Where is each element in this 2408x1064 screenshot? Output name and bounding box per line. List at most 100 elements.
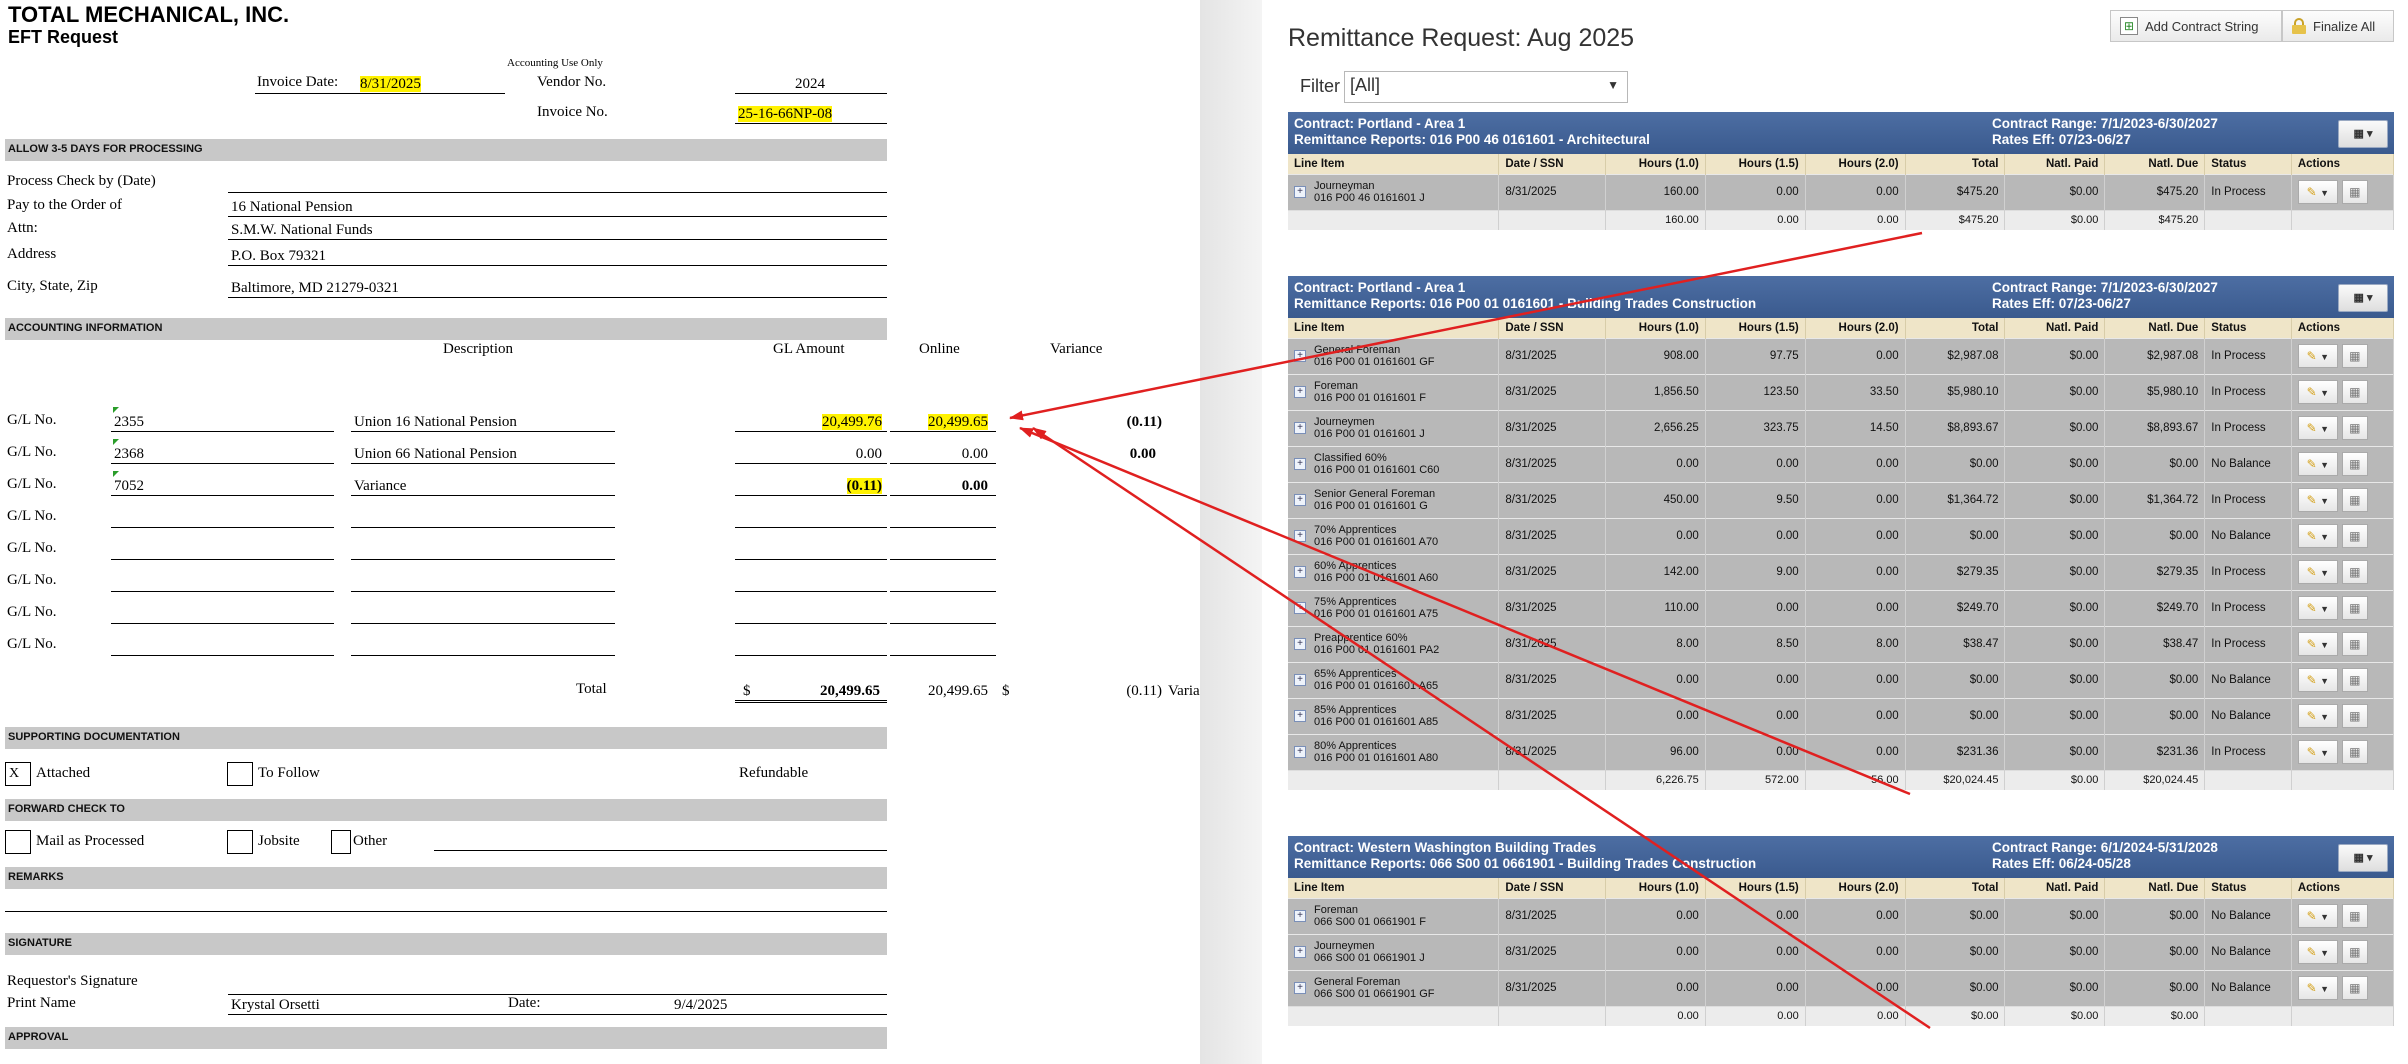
other-line[interactable] [434,831,887,851]
city[interactable]: Baltimore, MD 21279-0321 [231,278,399,298]
address[interactable]: P.O. Box 79321 [231,246,326,266]
date[interactable]: 9/4/2025 [674,995,727,1015]
expand-plus-icon[interactable]: + [1294,910,1306,922]
expand-plus-icon[interactable]: + [1294,186,1306,198]
status-cell: No Balance [2204,697,2292,734]
edit-button[interactable]: ✎ ▼ [2297,344,2338,368]
to-follow-checkbox[interactable] [227,762,253,786]
process-check-line[interactable] [228,173,887,193]
calculate-button[interactable]: ▦ [2341,524,2368,548]
expand-plus-icon[interactable]: + [1294,710,1306,722]
filter-select[interactable]: [All] ▼ [1344,71,1628,103]
to-follow-label: To Follow [258,765,320,781]
panel-options-button[interactable]: ▦ ▾ [2338,844,2388,872]
calculate-button[interactable]: ▦ [2341,704,2368,728]
edit-button[interactable]: ✎ ▼ [2297,452,2338,476]
value-cell-h1: 450.00 [1605,481,1706,518]
calculate-button[interactable]: ▦ [2341,632,2368,656]
edit-button[interactable]: ✎ ▼ [2297,596,2338,620]
edit-button[interactable]: ✎ ▼ [2297,524,2338,548]
calculate-button[interactable]: ▦ [2341,904,2368,928]
expand-plus-icon[interactable]: + [1294,530,1306,542]
status-cell: No Balance [2204,969,2292,1006]
gl-online[interactable]: 0.00 [962,478,988,494]
expand-plus-icon[interactable]: + [1294,494,1306,506]
gl-desc[interactable]: Variance [354,476,406,496]
calculate-button[interactable]: ▦ [2341,180,2368,204]
expand-plus-icon[interactable]: + [1294,386,1306,398]
edit-button[interactable]: ✎ ▼ [2297,740,2338,764]
expand-plus-icon[interactable]: + [1294,566,1306,578]
gl-no[interactable]: 2368 [114,444,144,464]
calculate-button[interactable]: ▦ [2341,560,2368,584]
actions-cell: ✎ ▼ ▦ [2291,409,2395,446]
gl-amount[interactable]: 0.00 [856,446,882,462]
print-name[interactable]: Krystal Orsetti [231,995,320,1015]
value-cell-paid: $0.00 [2004,337,2106,374]
expand-plus-icon[interactable]: + [1294,602,1306,614]
table-row: +80% Apprentices 016 P00 01 0161601 A80 8/… [1288,733,2395,770]
calculate-button[interactable]: ▦ [2341,488,2368,512]
calculate-button[interactable]: ▦ [2341,976,2368,1000]
edit-button[interactable]: ✎ ▼ [2297,940,2338,964]
panel-options-button[interactable]: ▦ ▾ [2338,120,2388,148]
edit-button[interactable]: ✎ ▼ [2297,416,2338,440]
gl-desc[interactable]: Union 16 National Pension [354,412,517,432]
calculate-button[interactable]: ▦ [2341,596,2368,620]
calculate-button[interactable]: ▦ [2341,380,2368,404]
expand-plus-icon[interactable]: + [1294,946,1306,958]
other-checkbox[interactable] [331,830,351,854]
vendor-no[interactable]: 2024 [795,74,825,94]
edit-button[interactable]: ✎ ▼ [2297,488,2338,512]
attached-checkbox[interactable]: X [5,762,31,786]
add-contract-button[interactable]: ⊞ Add Contract String [2110,10,2282,42]
edit-button[interactable]: ✎ ▼ [2297,632,2338,656]
requestor-line[interactable] [228,975,887,995]
remarks-line[interactable] [5,891,887,912]
attn[interactable]: S.M.W. National Funds [231,220,373,240]
calculate-button[interactable]: ▦ [2341,344,2368,368]
gl-online[interactable]: 20,499.65 [928,414,988,430]
edit-button[interactable]: ✎ ▼ [2297,704,2338,728]
expand-plus-icon[interactable]: + [1294,458,1306,470]
edit-button[interactable]: ✎ ▼ [2297,904,2338,928]
edit-button[interactable]: ✎ ▼ [2297,180,2338,204]
expand-plus-icon[interactable]: + [1294,746,1306,758]
calculate-button[interactable]: ▦ [2341,416,2368,440]
chevron-down-icon: ▼ [2320,712,2329,722]
expand-plus-icon[interactable]: + [1294,674,1306,686]
summary-h1: 160.00 [1605,209,1706,230]
edit-button[interactable]: ✎ ▼ [2297,560,2338,584]
gl-online[interactable]: 0.00 [962,446,988,462]
mail-checkbox[interactable] [5,830,31,854]
eft-request-form: TOTAL MECHANICAL, INC. EFT Request Accou… [0,0,1200,1064]
value-cell-h2: 0.00 [1805,553,1906,590]
summary-blank [2204,1005,2292,1026]
edit-button[interactable]: ✎ ▼ [2297,976,2338,1000]
gl-no[interactable]: 2355 [114,412,144,432]
jobsite-checkbox[interactable] [227,830,253,854]
pay-to[interactable]: 16 National Pension [231,197,353,217]
gl-amount[interactable]: (0.11) [846,478,882,494]
invoice-no[interactable]: 25-16-66NP-08 [738,106,833,122]
expand-plus-icon[interactable]: + [1294,350,1306,362]
expand-plus-icon[interactable]: + [1294,422,1306,434]
calculate-button[interactable]: ▦ [2341,740,2368,764]
gl-no[interactable]: 7052 [114,476,144,496]
value-cell-total: $0.00 [1905,969,2006,1006]
calculate-button[interactable]: ▦ [2341,452,2368,476]
expand-plus-icon[interactable]: + [1294,638,1306,650]
gl-amount[interactable]: 20,499.76 [822,414,882,430]
line-item-text: 70% Apprentices 016 P00 01 0161601 A70 [1314,524,1438,548]
invoice-date[interactable]: 8/31/2025 [360,76,421,92]
panel-options-button[interactable]: ▦ ▾ [2338,284,2388,312]
calculate-button[interactable]: ▦ [2341,668,2368,692]
gl-desc[interactable]: Union 66 National Pension [354,444,517,464]
expand-plus-icon[interactable]: + [1294,982,1306,994]
total-amount: 20,499.65 [820,683,880,699]
edit-button[interactable]: ✎ ▼ [2297,668,2338,692]
value-cell-total: $38.47 [1905,625,2006,662]
finalize-all-button[interactable]: Finalize All [2282,10,2394,42]
edit-button[interactable]: ✎ ▼ [2297,380,2338,404]
calculate-button[interactable]: ▦ [2341,940,2368,964]
